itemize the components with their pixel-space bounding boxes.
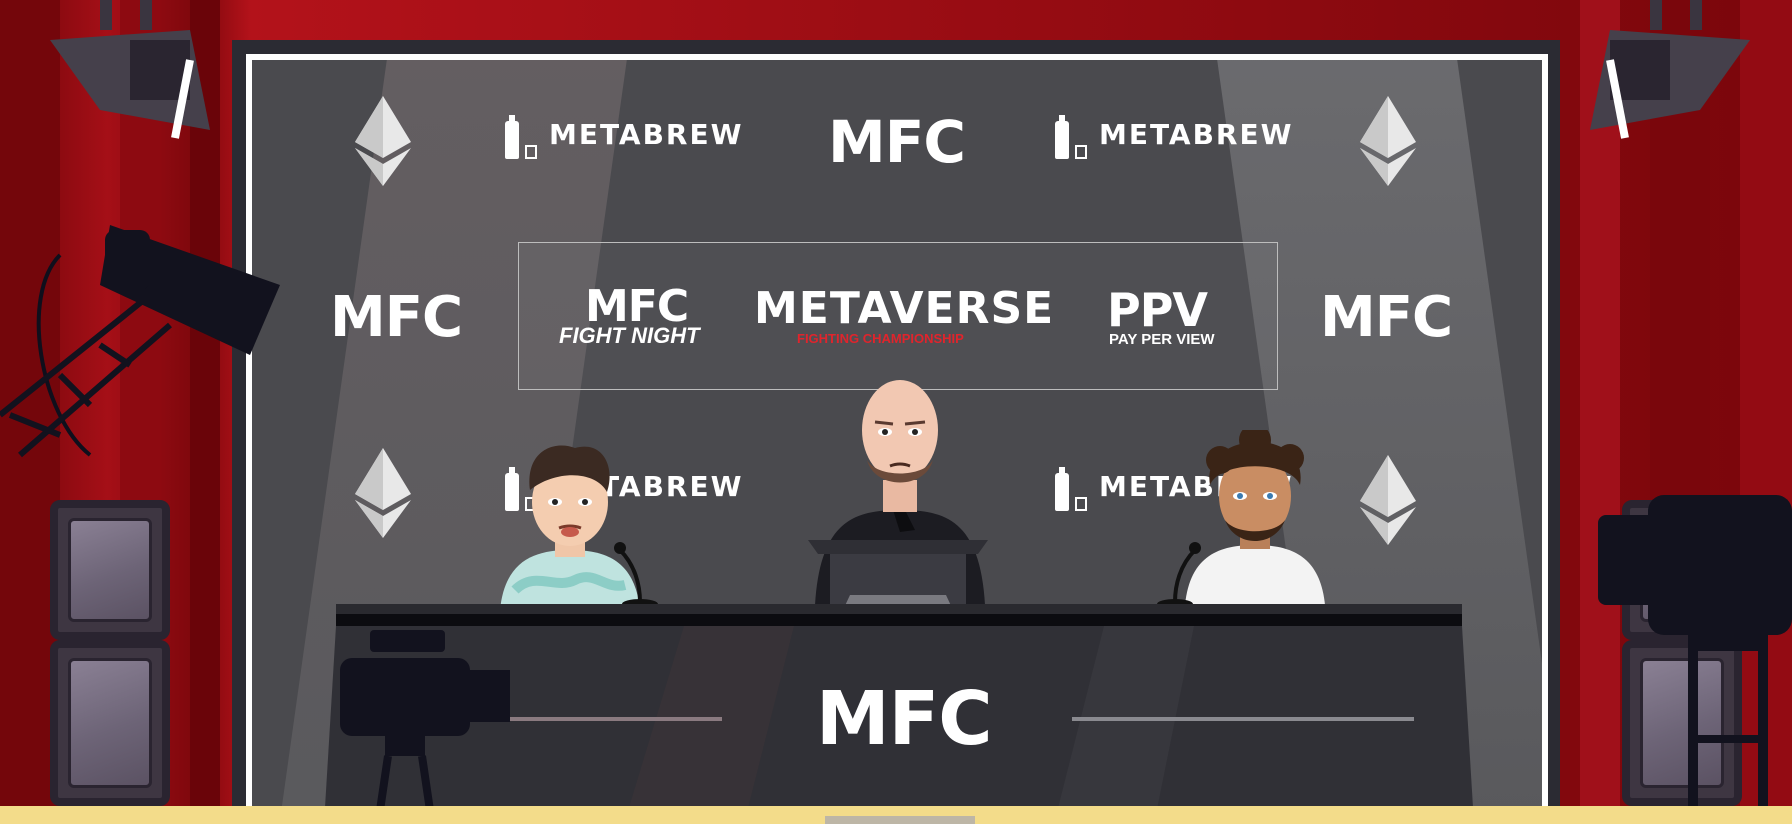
banner-fight-night: FIGHT NIGHT <box>559 323 700 348</box>
microphone-left <box>614 542 658 608</box>
bottle-icon <box>1055 466 1069 511</box>
ethereum-icon <box>1360 455 1416 545</box>
ethereum-icon <box>355 448 411 538</box>
mfc-logo: MFC <box>330 285 463 350</box>
banner-pay-per-view: PAY PER VIEW <box>1109 331 1215 348</box>
bottle-icon <box>505 114 519 159</box>
desk-mfc-logo: MFC <box>816 676 992 762</box>
ethereum-icon <box>1360 96 1416 186</box>
stage-spotlight-right <box>1590 0 1750 139</box>
banner-ppv-title: PPV <box>1107 283 1208 337</box>
glass-icon <box>1075 144 1087 159</box>
speaker-cabinet <box>50 500 170 640</box>
speaker-cabinet <box>50 640 170 806</box>
event-banner: MFC FIGHT NIGHT METAVERSE FIGHTING CHAMP… <box>518 242 1278 390</box>
microphone-right <box>1157 542 1201 608</box>
ethereum-icon <box>355 96 411 186</box>
glass-icon <box>525 144 537 159</box>
floor-mark <box>825 816 975 824</box>
glass-icon <box>1075 496 1087 511</box>
metabrew-logo: METABREW <box>1055 114 1294 159</box>
metabrew-logo: METABREW <box>505 114 744 159</box>
banner-metaverse-title: METAVERSE <box>754 283 1055 334</box>
press-conference-scene: METABREW MFC METABREW MFC MFC FIGHT NIGH… <box>0 0 1792 824</box>
banner-fighting-championship: FIGHTING CHAMPIONSHIP <box>797 331 964 346</box>
podium <box>808 540 988 610</box>
video-camera-right <box>1598 495 1792 824</box>
stage-spotlight-left <box>50 0 210 139</box>
video-camera-left <box>340 630 510 824</box>
mfc-logo: MFC <box>828 108 966 176</box>
bottle-icon <box>1055 114 1069 159</box>
camera-crane-left <box>0 225 280 458</box>
mfc-logo: MFC <box>1320 285 1453 350</box>
